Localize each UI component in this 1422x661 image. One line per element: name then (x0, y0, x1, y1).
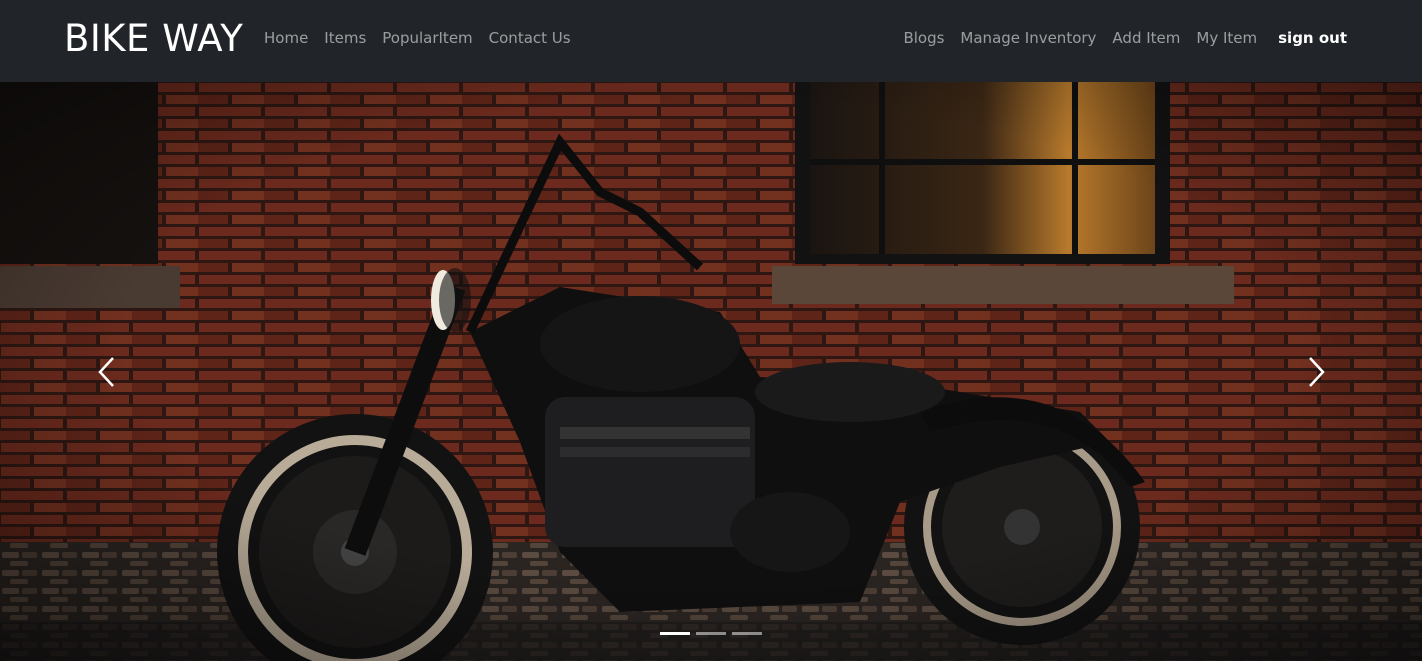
brand-logo[interactable]: BIKE WAY (64, 17, 243, 61)
sign-out-button[interactable]: sign out (1265, 27, 1355, 49)
nav-link-contact-us[interactable]: Contact Us (481, 27, 579, 49)
carousel-indicators (0, 632, 1422, 635)
chevron-right-icon (1309, 357, 1325, 387)
carousel-indicator-1[interactable] (660, 632, 690, 635)
carousel-next-button[interactable] (1276, 327, 1356, 417)
hero-carousel (0, 82, 1422, 661)
motorcycle-slide-image (0, 82, 1422, 661)
nav-link-add-item[interactable]: Add Item (1104, 27, 1188, 49)
nav-link-blogs[interactable]: Blogs (895, 27, 952, 49)
chevron-left-icon (98, 357, 114, 387)
carousel-indicator-3[interactable] (732, 632, 762, 635)
nav-link-popular-item[interactable]: PopularItem (374, 27, 480, 49)
nav-link-my-item[interactable]: My Item (1188, 27, 1265, 49)
nav-link-items[interactable]: Items (316, 27, 374, 49)
nav-right: Blogs Manage Inventory Add Item My Item … (895, 27, 1355, 49)
nav-link-home[interactable]: Home (256, 27, 316, 49)
nav-left: Home Items PopularItem Contact Us (256, 27, 579, 49)
nav-link-manage-inventory[interactable]: Manage Inventory (952, 27, 1104, 49)
carousel-prev-button[interactable] (67, 327, 147, 417)
carousel-indicator-2[interactable] (696, 632, 726, 635)
navbar: BIKE WAY Home Items PopularItem Contact … (0, 0, 1422, 82)
